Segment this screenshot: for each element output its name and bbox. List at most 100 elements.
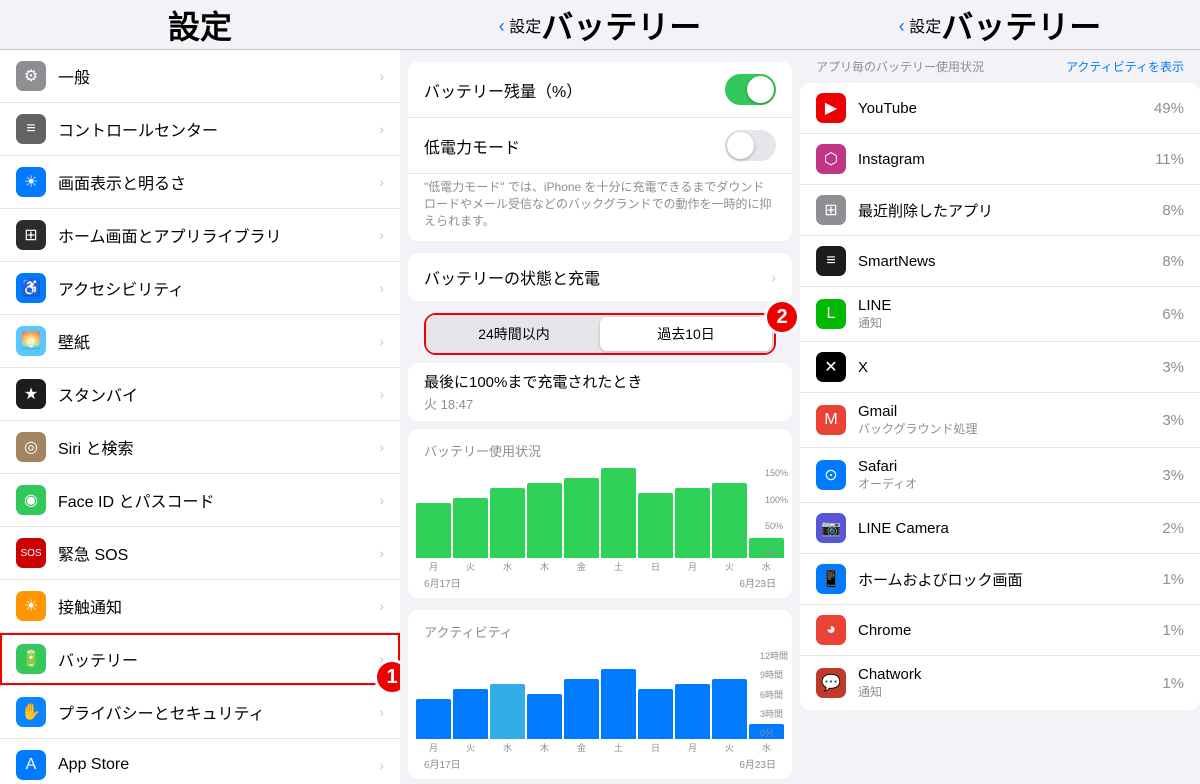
battery-label-8: 火 bbox=[712, 560, 747, 573]
settings-scroll: ⚙一般›≡コントロールセンター›☀画面表示と明るさ›⊞ホーム画面とアプリライブラ… bbox=[0, 50, 400, 784]
app-usage-item[interactable]: MGmailバックグラウンド処理3% bbox=[800, 393, 1200, 448]
app-usage-item[interactable]: 📷LINE Camera2% bbox=[800, 503, 1200, 554]
panel3-scroll: アプリ毎のバッテリー使用状況 アクティビティを表示 ▶YouTube49%⬡In… bbox=[800, 50, 1200, 784]
back-chevron-icon: ‹ bbox=[499, 16, 505, 36]
app-pct: 3% bbox=[1162, 467, 1184, 484]
app-usage-item[interactable]: ⊙Safariオーディオ3% bbox=[800, 448, 1200, 503]
standby-chevron-icon: › bbox=[379, 386, 384, 402]
y-label-150: 150% bbox=[765, 468, 788, 478]
battery-label-9: 水 bbox=[749, 560, 784, 573]
settings-item-general[interactable]: ⚙一般› bbox=[0, 50, 400, 103]
general-icon: ⚙ bbox=[16, 61, 46, 91]
battery-status-row[interactable]: バッテリーの状態と充電 › bbox=[408, 253, 792, 301]
act-label-9: 水 bbox=[749, 741, 784, 754]
segment-wrapper: 24時間以内 過去10日 2 bbox=[408, 313, 792, 355]
app-name: X bbox=[858, 359, 1162, 376]
battery-bar-4 bbox=[564, 478, 599, 558]
settings-item-privacy[interactable]: ✋プライバシーとセキュリティ› bbox=[0, 686, 400, 739]
home-screen-chevron-icon: › bbox=[379, 227, 384, 243]
act-y-9: 9時間 bbox=[760, 668, 788, 681]
settings-item-faceid[interactable]: ◉Face ID とパスコード› bbox=[0, 474, 400, 527]
app-usage-item[interactable]: ≡SmartNews8% bbox=[800, 236, 1200, 287]
app-pct: 1% bbox=[1162, 571, 1184, 588]
panel2-scroll: バッテリー残量（%） 低電力モード "低電力モード" では、iPhone を十分… bbox=[400, 50, 800, 784]
panel2-battery: ‹ 設定 バッテリー バッテリー残量（%） 低電力モード "低電力モード" では… bbox=[400, 0, 800, 784]
app-pct: 1% bbox=[1162, 622, 1184, 639]
panel3-back-button[interactable]: ‹ 設定 bbox=[899, 13, 941, 37]
settings-item-battery[interactable]: 🔋バッテリー›1 bbox=[0, 633, 400, 686]
act-group bbox=[453, 689, 488, 739]
activity-date-range: 6月17日 6月23日 bbox=[408, 756, 792, 771]
act-date-end: 6月23日 bbox=[739, 756, 776, 771]
last-charged-value: 火 18:47 bbox=[424, 394, 776, 413]
activity-bar-2 bbox=[490, 684, 525, 739]
app-info: SmartNews bbox=[858, 253, 1162, 270]
settings-list: ⚙一般›≡コントロールセンター›☀画面表示と明るさ›⊞ホーム画面とアプリライブラ… bbox=[0, 50, 400, 784]
app-usage-item[interactable]: ⬡Instagram11% bbox=[800, 134, 1200, 185]
act-label-7: 月 bbox=[675, 741, 710, 754]
display-label: 画面表示と明るさ bbox=[58, 170, 379, 194]
act-group bbox=[601, 669, 636, 739]
panel3-title: バッテリー bbox=[941, 2, 1101, 48]
battery-bar-5 bbox=[601, 468, 636, 558]
panel1-settings: 設定 ⚙一般›≡コントロールセンター›☀画面表示と明るさ›⊞ホーム画面とアプリラ… bbox=[0, 0, 400, 784]
low-power-toggle[interactable] bbox=[725, 130, 776, 161]
settings-item-home-screen[interactable]: ⊞ホーム画面とアプリライブラリ› bbox=[0, 209, 400, 262]
settings-item-standby[interactable]: ★スタンバイ› bbox=[0, 368, 400, 421]
exposure-icon: ☀ bbox=[16, 591, 46, 621]
settings-item-sos[interactable]: SOS緊急 SOS› bbox=[0, 527, 400, 580]
activity-link[interactable]: アクティビティを表示 bbox=[1066, 58, 1184, 75]
bar-group bbox=[416, 503, 451, 558]
sos-icon: SOS bbox=[16, 538, 46, 568]
standby-icon: ★ bbox=[16, 379, 46, 409]
act-y-0: 0分 bbox=[760, 726, 788, 739]
battery-bar-8 bbox=[712, 483, 747, 558]
act-group bbox=[675, 684, 710, 739]
app-icon-9: 📱 bbox=[816, 564, 846, 594]
battery-bar-chart bbox=[416, 468, 784, 558]
bar-group bbox=[453, 498, 488, 558]
settings-item-siri[interactable]: ◎Siri と検索› bbox=[0, 421, 400, 474]
app-usage-item[interactable]: ◕Chrome1% bbox=[800, 605, 1200, 656]
app-usage-item[interactable]: ▶YouTube49% bbox=[800, 83, 1200, 134]
settings-item-exposure[interactable]: ☀接触通知› bbox=[0, 580, 400, 633]
low-power-row: 低電力モード bbox=[408, 118, 792, 174]
app-name: SmartNews bbox=[858, 253, 1162, 270]
act-group bbox=[638, 689, 673, 739]
app-icon-5: ✕ bbox=[816, 352, 846, 382]
app-name: ホームおよびロック画面 bbox=[858, 569, 1162, 590]
settings-item-display[interactable]: ☀画面表示と明るさ› bbox=[0, 156, 400, 209]
segment-10d-btn[interactable]: 過去10日 bbox=[600, 317, 772, 351]
act-label-6: 日 bbox=[638, 741, 673, 754]
app-icon-4: L bbox=[816, 299, 846, 329]
siri-label: Siri と検索 bbox=[58, 435, 379, 459]
appstore-label: App Store bbox=[58, 756, 379, 774]
settings-item-appstore[interactable]: AApp Store› bbox=[0, 739, 400, 784]
app-usage-item[interactable]: LLINE通知6% bbox=[800, 287, 1200, 342]
app-usage-item[interactable]: 📱 ホームおよびロック画面1% bbox=[800, 554, 1200, 605]
panel1-header: 設定 bbox=[0, 0, 400, 50]
segment-24h-btn[interactable]: 24時間以内 bbox=[428, 317, 600, 351]
settings-item-control-center[interactable]: ≡コントロールセンター› bbox=[0, 103, 400, 156]
battery-remaining-toggle[interactable] bbox=[725, 74, 776, 105]
settings-item-wallpaper[interactable]: 🌅壁紙› bbox=[0, 315, 400, 368]
app-usage-item[interactable]: ✕X3% bbox=[800, 342, 1200, 393]
app-info: Instagram bbox=[858, 151, 1155, 168]
act-group bbox=[416, 699, 451, 739]
app-usage-list: ▶YouTube49%⬡Instagram11%⊞最近削除したアプリ8%≡Sma… bbox=[800, 83, 1200, 710]
exposure-chevron-icon: › bbox=[379, 598, 384, 614]
app-name: Chrome bbox=[858, 622, 1162, 639]
accessibility-chevron-icon: › bbox=[379, 280, 384, 296]
battery-label-1: 火 bbox=[453, 560, 488, 573]
app-usage-item[interactable]: ⊞最近削除したアプリ8% bbox=[800, 185, 1200, 236]
control-center-chevron-icon: › bbox=[379, 121, 384, 137]
battery-label-5: 土 bbox=[601, 560, 636, 573]
app-icon-0: ▶ bbox=[816, 93, 846, 123]
app-usage-item[interactable]: 💬Chatwork通知1% bbox=[800, 656, 1200, 710]
settings-item-accessibility[interactable]: ♿アクセシビリティ› bbox=[0, 262, 400, 315]
panel2-back-button[interactable]: ‹ 設定 bbox=[499, 13, 541, 37]
act-y-12: 12時間 bbox=[760, 649, 788, 662]
battery-bar-7 bbox=[675, 488, 710, 558]
control-center-icon: ≡ bbox=[16, 114, 46, 144]
low-power-label: 低電力モード bbox=[424, 134, 725, 158]
